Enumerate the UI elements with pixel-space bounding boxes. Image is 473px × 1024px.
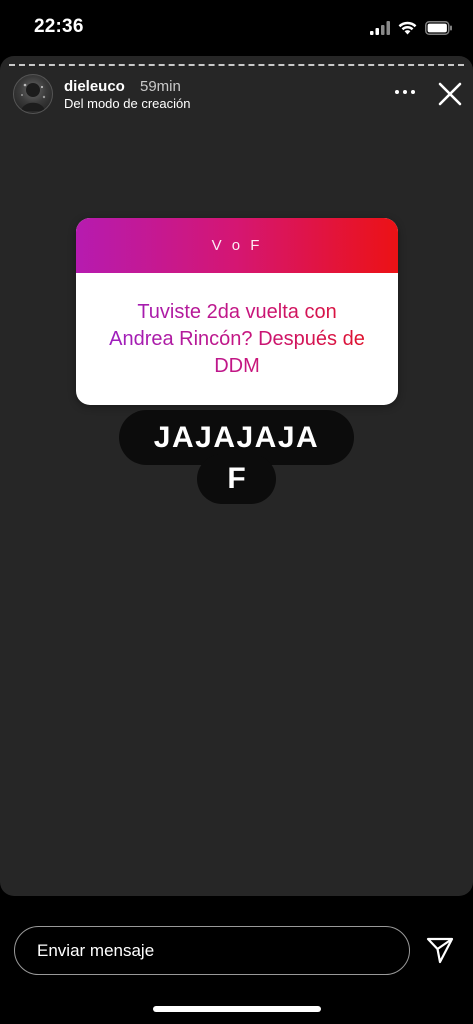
story-progress-bar bbox=[9, 64, 464, 66]
story-viewer-screen: 22:36 dieleuco 59min Del modo de creació… bbox=[0, 0, 473, 1024]
send-message-input[interactable] bbox=[14, 926, 410, 975]
story-content[interactable]: dieleuco 59min Del modo de creación V o … bbox=[0, 56, 473, 896]
question-sticker[interactable]: V o F Tuviste 2da vuelta con Andrea Rinc… bbox=[76, 218, 398, 405]
status-icons bbox=[370, 18, 453, 38]
story-subtitle[interactable]: Del modo de creación bbox=[64, 96, 190, 111]
send-icon[interactable] bbox=[424, 934, 456, 966]
more-options-dot bbox=[403, 90, 407, 94]
battery-icon bbox=[425, 21, 452, 35]
answer-line-2: F bbox=[197, 454, 276, 504]
story-time-ago: 59min bbox=[140, 78, 181, 95]
story-username[interactable]: dieleuco bbox=[64, 78, 125, 95]
wifi-icon bbox=[398, 21, 417, 35]
more-options-button[interactable] bbox=[388, 80, 422, 104]
sticker-question: Tuviste 2da vuelta con Andrea Rincón? De… bbox=[104, 299, 370, 380]
avatar-photo-icon bbox=[21, 83, 46, 111]
status-time: 22:36 bbox=[34, 16, 84, 37]
status-bar: 22:36 bbox=[0, 0, 473, 56]
sticker-body: Tuviste 2da vuelta con Andrea Rincón? De… bbox=[76, 273, 398, 405]
more-options-icon bbox=[395, 90, 399, 94]
more-options-dot bbox=[411, 90, 415, 94]
cellular-signal-icon bbox=[370, 21, 390, 35]
home-indicator bbox=[153, 1006, 321, 1012]
close-icon[interactable] bbox=[434, 78, 466, 110]
avatar[interactable] bbox=[13, 74, 53, 114]
sticker-header: V o F bbox=[76, 218, 398, 273]
